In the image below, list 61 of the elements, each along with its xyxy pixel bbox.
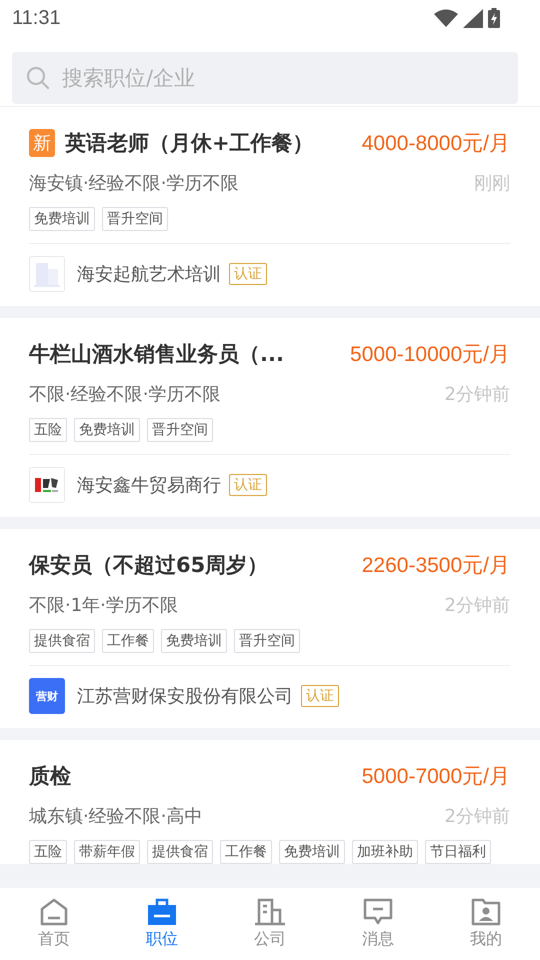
- job-card[interactable]: 新 英语老师（月休+工作餐） 4000-8000元/月 海安镇·经验不限·学历不限 刚刚 免费培训 晋升空间 海安起航艺术培训 认证: [0, 107, 540, 306]
- posted-time: 2分钟前: [444, 383, 510, 406]
- company-tab[interactable]: 公司: [216, 888, 324, 960]
- search-field[interactable]: 搜索职位/企业: [12, 52, 518, 104]
- search-icon: [26, 66, 50, 90]
- posted-time: 2分钟前: [444, 594, 510, 617]
- benefit-tag: 免费培训: [161, 629, 227, 653]
- battery-icon: [488, 8, 500, 28]
- profile-folder-icon: [471, 898, 501, 926]
- benefit-tag: 免费培训: [74, 418, 140, 442]
- benefit-tag: 节日福利: [425, 840, 491, 864]
- benefit-tag: 提供食宿: [147, 840, 213, 864]
- wifi-icon: [434, 9, 458, 27]
- salary: 5000-7000元/月: [362, 764, 510, 790]
- benefit-tag: 晋升空间: [234, 629, 300, 653]
- salary: 5000-10000元/月: [350, 342, 510, 368]
- benefit-tag: 免费培训: [29, 207, 95, 231]
- job-title: 质检: [29, 763, 72, 790]
- company-name: 江苏营财保安股份有限公司: [77, 685, 293, 708]
- verified-badge: 认证: [229, 474, 267, 496]
- posted-time: 刚刚: [474, 172, 510, 195]
- job-title: 保安员（不超过65周岁）: [29, 552, 270, 579]
- home-icon: [39, 898, 69, 926]
- message-icon: [363, 898, 393, 926]
- benefit-tag: 晋升空间: [147, 418, 213, 442]
- status-time: 11:31: [12, 6, 61, 30]
- job-requirements: 城东镇·经验不限·高中: [29, 805, 202, 828]
- benefit-tag: 带薪年假: [74, 840, 140, 864]
- company-name: 海安鑫牛贸易商行: [77, 474, 221, 497]
- benefit-tag: 提供食宿: [29, 629, 95, 653]
- benefit-tag: 晋升空间: [102, 207, 168, 231]
- job-requirements: 海安镇·经验不限·学历不限: [29, 172, 238, 195]
- job-card[interactable]: 保安员（不超过65周岁） 2260-3500元/月 不限·1年·学历不限 2分钟前 提供食宿 工作餐 免费培训 晋升空间 营财 江苏营财保安股份有限公司 认证: [0, 529, 540, 728]
- job-requirements: 不限·经验不限·学历不限: [29, 383, 220, 406]
- benefit-tag: 加班补助: [352, 840, 418, 864]
- benefit-tag: 工作餐: [220, 840, 272, 864]
- salary: 4000-8000元/月: [362, 131, 510, 157]
- benefit-tag: 五险: [29, 418, 67, 442]
- job-title: 英语老师（月休+工作餐）: [65, 130, 315, 157]
- job-card[interactable]: 质检 5000-7000元/月 城东镇·经验不限·高中 2分钟前 五险 带薪年假 提供食宿 工作餐 免费培训 加班补助 节日福利: [0, 740, 540, 864]
- briefcase-icon: [147, 898, 177, 926]
- verified-badge: 认证: [229, 263, 267, 285]
- job-card[interactable]: 牛栏山酒水销售业务员（... 5000-10000元/月 不限·经验不限·学历不限 2分钟前 五险 免费培训 晋升空间 海安鑫牛贸易商行 认证: [0, 318, 540, 517]
- verified-badge: 认证: [301, 685, 339, 707]
- benefit-tag: 免费培训: [279, 840, 345, 864]
- building-icon: [254, 898, 286, 926]
- benefit-tag: 五险: [29, 840, 67, 864]
- home-tab[interactable]: 首页: [0, 888, 108, 960]
- building-icon: [29, 256, 65, 292]
- jobs-tab[interactable]: 职位: [108, 888, 216, 960]
- new-badge: 新: [29, 129, 55, 157]
- benefit-tag: 工作餐: [102, 629, 154, 653]
- job-requirements: 不限·1年·学历不限: [29, 594, 178, 617]
- profile-tab[interactable]: 我的: [432, 888, 540, 960]
- company-name: 海安起航艺术培训: [77, 263, 221, 286]
- messages-tab[interactable]: 消息: [324, 888, 432, 960]
- posted-time: 2分钟前: [444, 805, 510, 828]
- company-logo: 营财: [29, 678, 65, 714]
- salary: 2260-3500元/月: [362, 553, 510, 579]
- job-title: 牛栏山酒水销售业务员（...: [29, 341, 285, 368]
- signal-icon: [463, 8, 483, 28]
